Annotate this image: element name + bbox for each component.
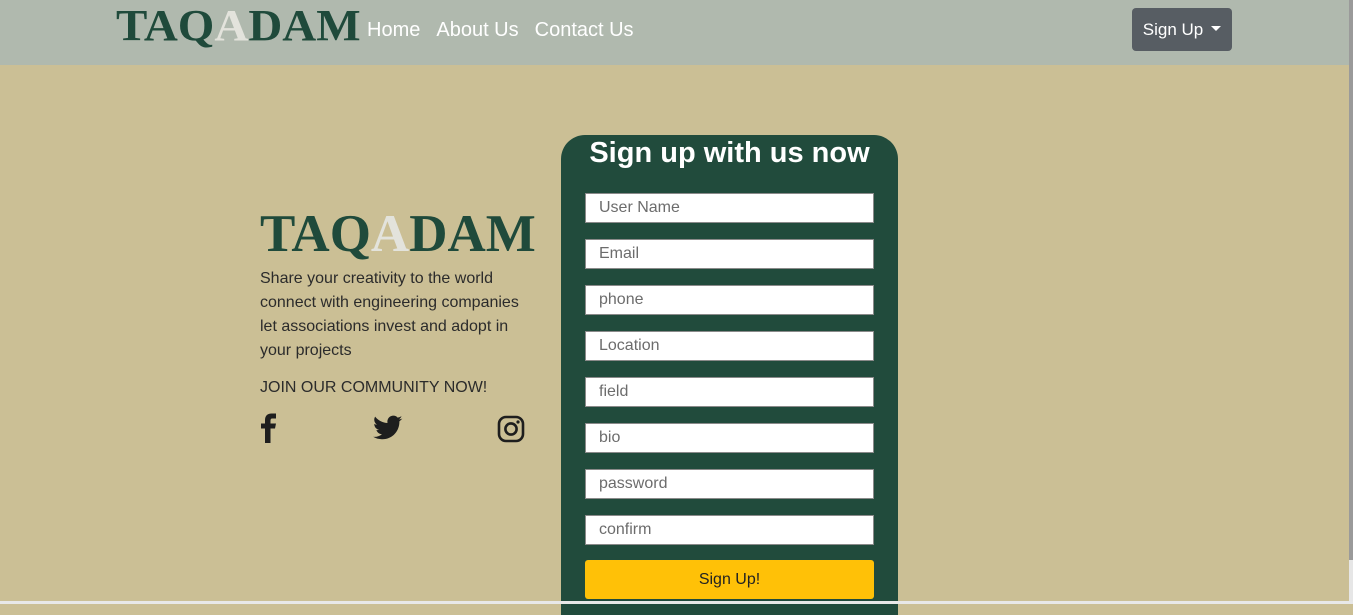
page-scrollbar[interactable] <box>1349 0 1353 604</box>
tagline-line: connect with engineering companies <box>260 294 519 311</box>
join-community-text: JOIN OUR COMMUNITY NOW! <box>260 379 488 396</box>
email-input[interactable] <box>585 239 874 269</box>
field-input[interactable] <box>585 377 874 407</box>
form-title: Sign up with us now <box>589 137 870 169</box>
facebook-icon[interactable] <box>260 413 278 448</box>
scrollbar-thumb[interactable] <box>1349 0 1353 560</box>
tagline-line: let associations invest and adopt in <box>260 318 509 335</box>
confirm-password-input[interactable] <box>585 515 874 545</box>
nav-link-home[interactable]: Home <box>367 19 420 42</box>
username-input[interactable] <box>585 193 874 223</box>
bio-input[interactable] <box>585 423 874 453</box>
nav-links: Home About Us Contact Us <box>367 19 634 42</box>
intro-section: TAQADAM Share your creativity to the wor… <box>260 208 540 453</box>
tagline-line: Share your creativity to the world <box>260 270 493 287</box>
social-links <box>260 413 540 453</box>
signup-dropdown-button[interactable]: Sign Up <box>1132 8 1232 51</box>
nav-link-about-us[interactable]: About Us <box>436 19 518 42</box>
signup-submit-button[interactable]: Sign Up! <box>585 560 874 599</box>
signup-dropdown-label: Sign Up <box>1142 19 1204 39</box>
phone-input[interactable] <box>585 285 874 315</box>
nav-link-contact-us[interactable]: Contact Us <box>535 19 634 42</box>
brand-logo[interactable]: TAQADAM <box>116 4 361 49</box>
location-input[interactable] <box>585 331 874 361</box>
signup-form-card: Sign up with us now Sign Up! <box>561 135 898 615</box>
instagram-icon[interactable] <box>497 415 525 448</box>
tagline-line: your projects <box>260 342 352 359</box>
intro-logo: TAQADAM <box>260 205 536 263</box>
tagline: Share your creativity to the world conne… <box>260 267 540 363</box>
password-input[interactable] <box>585 469 874 499</box>
navbar: TAQADAM Home About Us Contact Us Sign Up <box>0 0 1353 65</box>
caret-down-icon <box>1211 25 1222 31</box>
twitter-icon[interactable] <box>373 415 403 446</box>
